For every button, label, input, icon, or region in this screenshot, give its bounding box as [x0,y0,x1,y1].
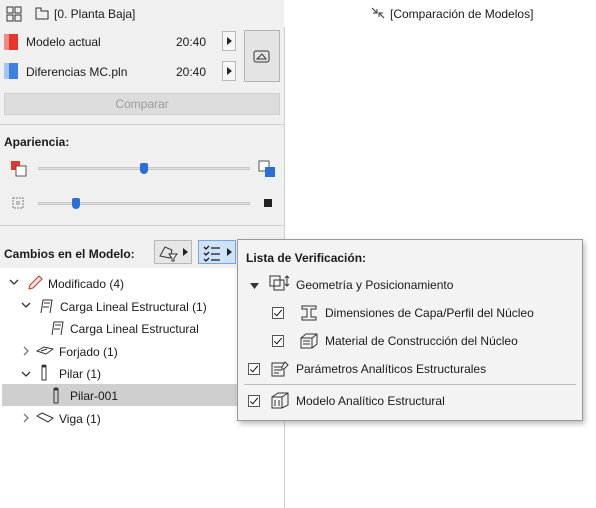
checklist-item-core-dimensions[interactable]: Dimensiones de Capa/Perfil del Núcleo [325,306,534,320]
slab-icon [36,343,54,359]
line-load-icon [37,297,55,315]
building-material-icon [299,332,319,350]
tree-item-beam[interactable]: Viga (1) [59,412,101,426]
checklist-button[interactable] [198,240,236,264]
current-model-time: 20:40 [176,35,207,49]
column-icon [38,364,50,382]
modified-pencil-icon [26,274,44,292]
view-toolbar: [0. Planta Baja] [0,0,284,28]
divider [244,384,576,385]
current-model-name: Modelo actual [26,35,101,49]
collapse-chevron-icon[interactable] [21,413,31,423]
diff-model-name: Diferencias MC.pln [26,65,128,79]
expand-chevron-icon[interactable] [21,300,31,310]
transparency-dark-icon [263,198,273,208]
tree-item-line-load[interactable]: Carga Lineal Estructural [70,322,199,336]
transparency-slider-track[interactable] [38,202,250,205]
appearance-label: Apariencia: [4,135,70,149]
compare-models-tab[interactable]: [Comparación de Modelos] [390,7,533,21]
checklist-item-structural-params[interactable]: Parámetros Analíticos Estructurales [296,362,486,376]
group-collapse-icon[interactable] [250,282,260,290]
overlay-slider-thumb[interactable] [140,163,148,174]
collapse-arrows-icon[interactable] [370,6,386,20]
collapse-chevron-icon[interactable] [21,346,31,356]
chevron-right-icon [227,248,232,256]
overlay-color-blue-icon [258,160,276,178]
grid-view-icon[interactable] [6,6,22,22]
checklist-popup: Lista de Verificación: Geometría y Posic… [237,239,583,421]
swap-models-button[interactable] [244,30,280,82]
core-material-checkbox[interactable] [272,335,284,347]
filter-elements-button[interactable] [154,240,192,264]
profile-i-beam-icon [300,304,318,322]
tree-item-slab[interactable]: Forjado (1) [59,345,118,359]
divider [0,124,284,125]
checklist-group-geometry[interactable]: Geometría y Posicionamiento [296,278,453,292]
checklist-item-analytical-model[interactable]: Modelo Analítico Estructural [296,394,445,408]
beam-icon [36,410,54,426]
chevron-right-icon [183,248,188,256]
line-load-icon [48,319,66,337]
tree-item-modified[interactable]: Modificado (4) [48,277,124,291]
diff-model-time: 20:40 [176,65,207,79]
compare-button[interactable]: Comparar [4,93,280,115]
geometry-position-icon [268,274,290,294]
floor-plan-icon [34,5,50,21]
transparency-light-icon [12,197,24,209]
current-model-color-swatch [4,34,18,50]
expand-chevron-icon[interactable] [9,277,19,287]
column-icon [50,387,62,405]
diff-model-menu-button[interactable] [222,61,236,81]
analytical-model-icon [270,391,290,409]
transparency-slider-thumb[interactable] [72,198,81,209]
structural-parameters-icon [270,360,290,378]
checklist-item-core-material[interactable]: Material de Construcción del Núcleo [325,334,518,348]
checklist-title: Lista de Verificación: [246,251,367,265]
model-changes-label: Cambios en el Modelo: [4,247,135,261]
structural-params-checkbox[interactable] [248,363,260,375]
core-dimensions-checkbox[interactable] [272,307,284,319]
overlay-color-icon [10,160,28,178]
element-filter-icon [158,244,178,262]
swap-models-icon [253,48,271,64]
tree-item-line-load-group[interactable]: Carga Lineal Estructural (1) [60,300,207,314]
diff-model-color-swatch [4,63,18,79]
current-model-menu-button[interactable] [222,31,236,51]
divider [0,225,284,226]
view-label[interactable]: [0. Planta Baja] [54,7,135,21]
analytical-model-checkbox[interactable] [248,395,260,407]
checklist-icon [202,244,222,262]
expand-chevron-icon[interactable] [21,369,31,379]
tree-item-column[interactable]: Pilar-001 [70,389,118,403]
tree-item-column-group[interactable]: Pilar (1) [59,367,101,381]
